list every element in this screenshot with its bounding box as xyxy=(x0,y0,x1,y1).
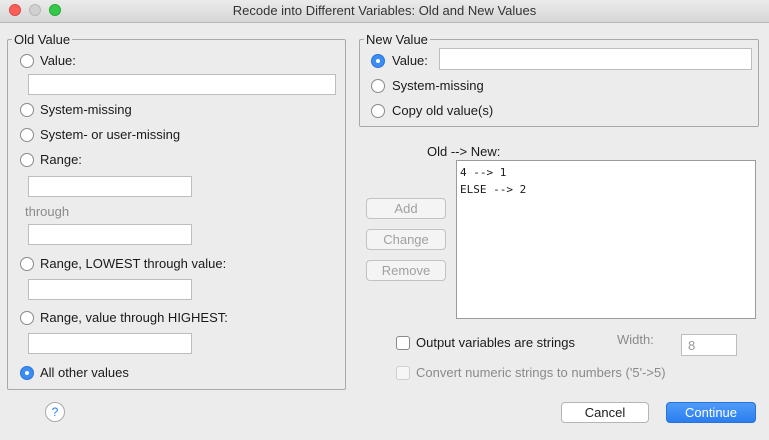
window-title: Recode into Different Variables: Old and… xyxy=(232,3,537,18)
old-value-radio[interactable] xyxy=(20,54,34,68)
old-range-highest-radio[interactable] xyxy=(20,311,34,325)
continue-button[interactable]: Continue xyxy=(666,402,756,423)
change-button[interactable]: Change xyxy=(366,229,446,250)
old-range-lowest-label: Range, LOWEST through value: xyxy=(40,256,227,271)
old-value-legend: Old Value xyxy=(14,32,71,47)
new-value-label: Value: xyxy=(392,53,428,68)
new-value-legend: New Value xyxy=(366,32,428,47)
help-button[interactable]: ? xyxy=(45,402,65,422)
old-system-missing-label: System-missing xyxy=(40,102,132,117)
title-bar: Recode into Different Variables: Old and… xyxy=(0,0,769,23)
mapping-list-label: Old --> New: xyxy=(427,144,501,159)
old-range-highest-label: Range, value through HIGHEST: xyxy=(40,310,228,325)
through-label: through xyxy=(25,204,70,219)
old-value-input[interactable] xyxy=(28,74,336,95)
remove-button[interactable]: Remove xyxy=(366,260,446,281)
range-from-input[interactable] xyxy=(28,176,192,197)
new-value-input[interactable] xyxy=(439,48,752,70)
range-lowest-input[interactable] xyxy=(28,279,192,300)
old-range-label: Range: xyxy=(40,152,82,167)
width-label: Width: xyxy=(617,332,654,347)
mapping-item[interactable]: 4 --> 1 xyxy=(460,164,752,181)
mapping-list[interactable]: 4 --> 1 ELSE --> 2 xyxy=(456,160,756,319)
old-range-radio[interactable] xyxy=(20,153,34,167)
old-range-lowest-radio[interactable] xyxy=(20,257,34,271)
range-to-input[interactable] xyxy=(28,224,192,245)
new-system-missing-radio[interactable] xyxy=(371,79,385,93)
old-all-other-label: All other values xyxy=(40,365,129,380)
cancel-button[interactable]: Cancel xyxy=(561,402,649,423)
width-input[interactable]: 8 xyxy=(681,334,737,356)
convert-numeric-label: Convert numeric strings to numbers ('5'-… xyxy=(416,365,666,380)
add-button[interactable]: Add xyxy=(366,198,446,219)
output-strings-checkbox[interactable] xyxy=(396,336,410,350)
old-system-missing-radio[interactable] xyxy=(20,103,34,117)
new-system-missing-label: System-missing xyxy=(392,78,484,93)
new-value-radio[interactable] xyxy=(371,54,385,68)
copy-old-values-label: Copy old value(s) xyxy=(392,103,494,118)
old-all-other-radio[interactable] xyxy=(20,366,34,380)
old-value-label: Value: xyxy=(40,53,76,68)
copy-old-values-radio[interactable] xyxy=(371,104,385,118)
old-system-or-user-missing-label: System- or user-missing xyxy=(40,127,181,142)
output-strings-label: Output variables are strings xyxy=(416,335,575,350)
convert-numeric-checkbox[interactable] xyxy=(396,366,410,380)
mapping-item[interactable]: ELSE --> 2 xyxy=(460,181,752,198)
range-highest-input[interactable] xyxy=(28,333,192,354)
old-system-or-user-missing-radio[interactable] xyxy=(20,128,34,142)
